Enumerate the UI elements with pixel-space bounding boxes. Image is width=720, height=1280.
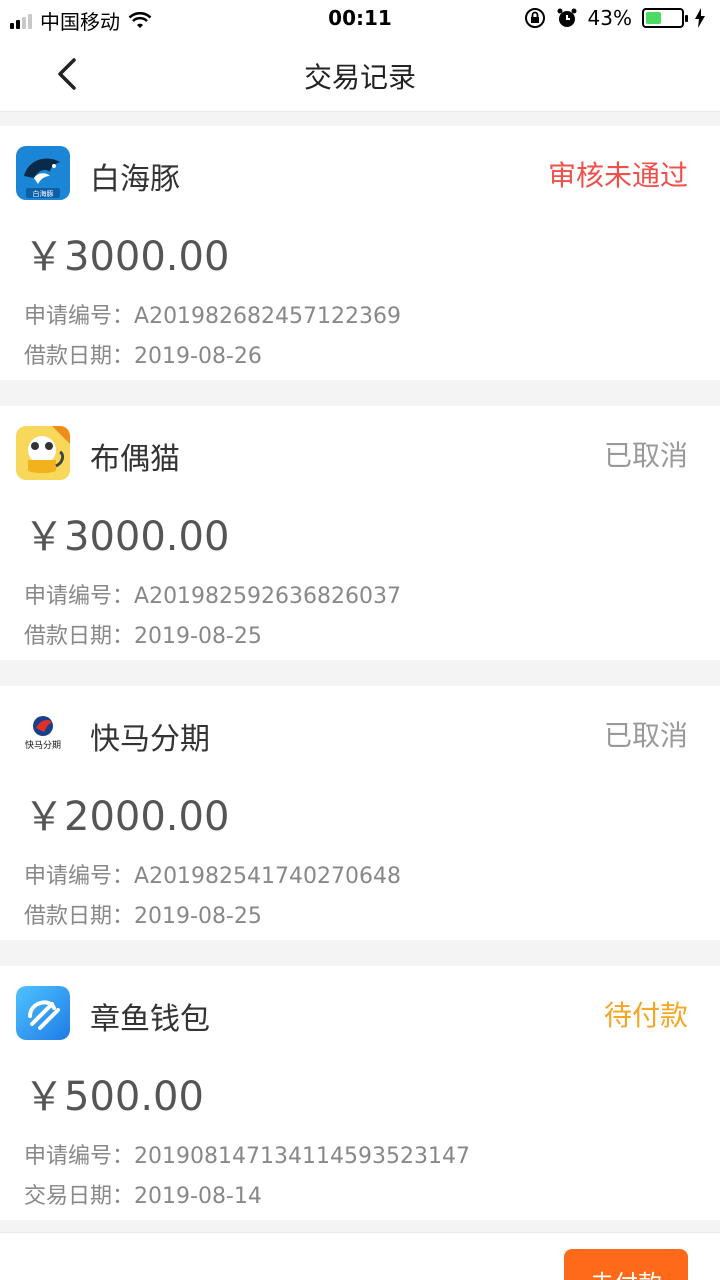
loan-amount: ￥500.00 <box>24 1074 204 1120</box>
application-number: 申请编号：201908147134114593523147 <box>24 1138 470 1170</box>
application-number-label: 申请编号： <box>24 584 135 609</box>
product-name: 章鱼钱包 <box>90 1002 210 1037</box>
transaction-card[interactable]: 快马分期 快马分期 已取消 ￥2000.00 申请编号：A20198254174… <box>0 686 720 940</box>
cat-logo-icon <box>16 426 70 480</box>
loan-date-label: 借款日期： <box>24 624 135 649</box>
status-badge: 已取消 <box>603 439 688 472</box>
transaction-card[interactable]: 章鱼钱包 待付款 ￥500.00 申请编号：201908147134114593… <box>0 966 720 1220</box>
nav-bar: 交易记录 <box>0 36 720 112</box>
application-number: 申请编号：A201982592636826037 <box>24 578 401 610</box>
application-number-label: 申请编号： <box>24 864 135 889</box>
charging-icon <box>695 8 705 28</box>
application-number-value: A201982541740270648 <box>134 864 402 889</box>
application-number: 申请编号：A201982541740270648 <box>24 858 401 890</box>
application-number-value: A201982592636826037 <box>134 584 402 609</box>
status-badge: 已取消 <box>603 719 688 752</box>
status-badge: 审核未通过 <box>547 159 688 192</box>
rotation-lock-icon <box>524 8 545 28</box>
pay-button[interactable]: 去付款 <box>564 1249 688 1280</box>
product-name: 快马分期 <box>90 722 210 757</box>
loan-date: 借款日期：2019-08-26 <box>24 338 262 370</box>
alarm-icon <box>557 8 577 27</box>
page-title: 交易记录 <box>303 61 416 94</box>
loan-date-value: 2019-08-25 <box>134 904 262 929</box>
transaction-card[interactable]: 白海豚 白海豚 审核未通过 ￥3000.00 申请编号：A20198268245… <box>0 126 720 380</box>
loan-date: 借款日期：2019-08-25 <box>24 618 262 650</box>
trade-date: 交易日期：2019-08-14 <box>24 1178 262 1210</box>
loan-date-label: 借款日期： <box>24 904 135 929</box>
horse-logo-icon: 快马分期 <box>16 706 70 760</box>
application-number-label: 申请编号： <box>24 1144 135 1169</box>
product-name: 布偶猫 <box>90 442 180 477</box>
status-badge: 待付款 <box>603 999 688 1032</box>
application-number-value: A201982682457122369 <box>134 304 402 329</box>
transaction-list: 白海豚 白海豚 审核未通过 ￥3000.00 申请编号：A20198268245… <box>0 126 720 1246</box>
loan-amount: ￥3000.00 <box>24 234 230 280</box>
logo-text: 白海豚 <box>33 189 54 198</box>
application-number: 申请编号：A201982682457122369 <box>24 298 401 330</box>
dolphin-logo-icon: 白海豚 <box>16 146 70 200</box>
battery-percent: 43% <box>587 6 632 30</box>
product-name: 白海豚 <box>90 162 180 197</box>
loan-amount: ￥3000.00 <box>24 514 230 560</box>
status-right: 43% <box>524 6 706 30</box>
logo-text: 快马分期 <box>25 739 61 751</box>
bottom-action-bar: 去付款 <box>0 1232 720 1280</box>
loan-date-value: 2019-08-26 <box>134 344 262 369</box>
application-number-label: 申请编号： <box>24 304 135 329</box>
battery-icon <box>642 8 688 28</box>
trade-date-value: 2019-08-14 <box>134 1184 262 1209</box>
application-number-value: 201908147134114593523147 <box>134 1144 470 1169</box>
loan-date-value: 2019-08-25 <box>134 624 262 649</box>
transaction-card[interactable]: 布偶猫 已取消 ￥3000.00 申请编号：A20198259263682603… <box>0 406 720 660</box>
octopus-logo-icon <box>16 986 70 1040</box>
loan-date-label: 借款日期： <box>24 344 135 369</box>
loan-amount: ￥2000.00 <box>24 794 230 840</box>
trade-date-label: 交易日期： <box>24 1184 135 1209</box>
status-bar: 中国移动 00:11 43% <box>0 0 720 36</box>
loan-date: 借款日期：2019-08-25 <box>24 898 262 930</box>
